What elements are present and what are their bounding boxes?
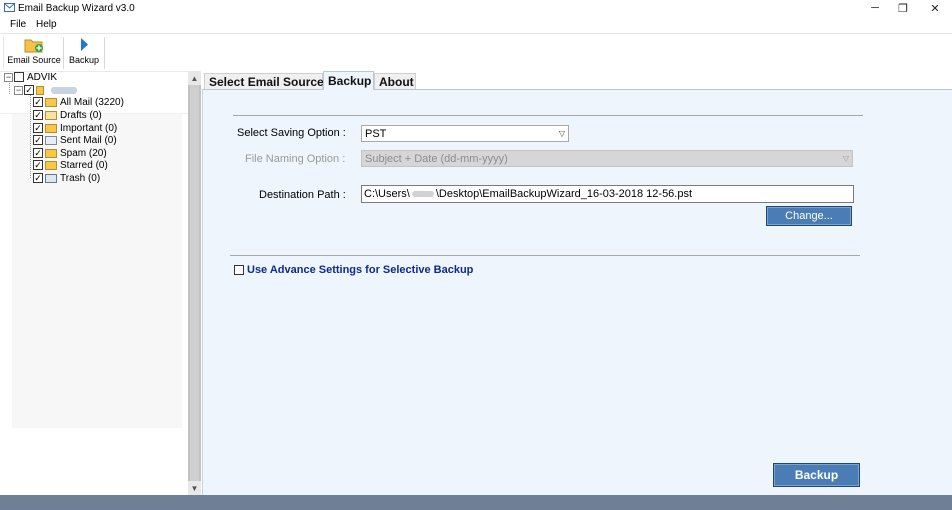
scroll-down-arrow-icon[interactable]: ▼ bbox=[188, 481, 201, 495]
scrollbar-thumb[interactable] bbox=[190, 85, 199, 481]
backup-button[interactable]: Backup bbox=[773, 463, 860, 487]
folder-checkbox[interactable]: ✓ bbox=[33, 110, 43, 120]
divider bbox=[230, 255, 860, 256]
folder-label: Starred (0) bbox=[60, 159, 108, 171]
tree-account-checkbox[interactable]: ✓ bbox=[24, 85, 34, 95]
username-redacted bbox=[411, 191, 434, 197]
tree-folder-row[interactable]: ✓ Sent Mail (0) bbox=[33, 134, 117, 146]
backup-toolbar-button[interactable]: Backup bbox=[66, 36, 102, 70]
close-button[interactable]: ✕ bbox=[920, 0, 950, 16]
divider bbox=[233, 115, 863, 116]
window-title: Email Backup Wizard v3.0 bbox=[18, 3, 135, 14]
destination-prefix: C:\Users\ bbox=[364, 188, 410, 200]
chevron-down-icon[interactable]: ▽ bbox=[840, 154, 852, 163]
tree-root-checkbox[interactable] bbox=[14, 72, 24, 82]
destination-label: Destination Path : bbox=[259, 189, 346, 201]
tree-folder-row[interactable]: ✓ Trash (0) bbox=[33, 172, 100, 184]
menu-bar: File Help bbox=[0, 18, 952, 33]
saving-option-label: Select Saving Option : bbox=[237, 127, 346, 139]
add-folder-icon bbox=[24, 39, 43, 53]
tree-folder-row[interactable]: ✓ Spam (20) bbox=[33, 147, 107, 159]
tree-folder-row[interactable]: ✓ All Mail (3220) bbox=[33, 96, 124, 108]
toolbar-separator bbox=[104, 37, 105, 69]
tree-account-row[interactable]: − ✓ bbox=[14, 84, 77, 96]
folder-icon bbox=[45, 148, 57, 158]
folder-icon bbox=[45, 160, 57, 170]
destination-suffix: \Desktop\EmailBackupWizard_16-03-2018 12… bbox=[435, 188, 693, 200]
folder-checkbox[interactable]: ✓ bbox=[33, 148, 43, 158]
status-bar bbox=[0, 495, 952, 510]
maximize-button[interactable]: ❐ bbox=[888, 0, 918, 16]
folder-checkbox[interactable]: ✓ bbox=[33, 123, 43, 133]
play-arrow-icon bbox=[81, 38, 88, 51]
menu-file[interactable]: File bbox=[10, 19, 26, 30]
tab-backup[interactable]: Backup bbox=[323, 71, 374, 90]
tree-folder-row[interactable]: ✓ Starred (0) bbox=[33, 159, 108, 171]
tree-folder-row[interactable]: ✓ Important (0) bbox=[33, 122, 117, 134]
folder-icon bbox=[45, 123, 57, 133]
drafts-icon bbox=[45, 110, 57, 120]
tab-select-email-source[interactable]: Select Email Source bbox=[204, 73, 324, 90]
folder-icon bbox=[45, 97, 57, 107]
email-source-label: Email Source bbox=[7, 55, 61, 65]
collapse-icon[interactable]: − bbox=[14, 85, 23, 95]
folder-checkbox[interactable]: ✓ bbox=[33, 173, 43, 183]
sent-icon bbox=[45, 135, 57, 145]
backup-toolbar-label: Backup bbox=[68, 55, 100, 65]
account-name-redacted bbox=[51, 86, 77, 94]
saving-option-select[interactable]: PST ▽ bbox=[361, 125, 569, 142]
scroll-up-arrow-icon[interactable]: ▲ bbox=[188, 71, 201, 85]
destination-path-input[interactable]: C:\Users\ \Desktop\EmailBackupWizard_16-… bbox=[361, 185, 854, 203]
file-naming-value: Subject + Date (dd-mm-yyyy) bbox=[365, 152, 508, 165]
advance-settings-label[interactable]: Use Advance Settings for Selective Backu… bbox=[247, 264, 473, 276]
title-bar: Email Backup Wizard v3.0 ─ ❐ ✕ bbox=[0, 0, 952, 18]
menu-help[interactable]: Help bbox=[36, 19, 57, 30]
folder-label: Sent Mail (0) bbox=[60, 134, 117, 146]
account-folder-icon bbox=[36, 85, 44, 95]
tree-guide bbox=[30, 95, 31, 178]
toolbar-separator bbox=[63, 37, 64, 69]
folder-checkbox[interactable]: ✓ bbox=[33, 97, 43, 107]
folder-label: Drafts (0) bbox=[60, 109, 102, 121]
tree-root-label: ADVIK bbox=[27, 71, 58, 83]
saving-option-value: PST bbox=[365, 127, 387, 140]
toolbar: Email Source Backup bbox=[0, 33, 952, 71]
trash-icon bbox=[45, 173, 57, 183]
email-source-button[interactable]: Email Source bbox=[7, 36, 61, 70]
file-naming-select[interactable]: Subject + Date (dd-mm-yyyy) ▽ bbox=[361, 150, 853, 167]
folder-checkbox[interactable]: ✓ bbox=[33, 135, 43, 145]
tree-folder-row[interactable]: ✓ Drafts (0) bbox=[33, 109, 102, 121]
toolbar-separator bbox=[3, 37, 4, 69]
advance-settings-checkbox[interactable] bbox=[234, 265, 244, 275]
folder-checkbox[interactable]: ✓ bbox=[33, 160, 43, 170]
change-button[interactable]: Change... bbox=[766, 206, 852, 226]
file-naming-label: File Naming Option : bbox=[245, 153, 346, 165]
app-envelope-icon bbox=[4, 3, 15, 12]
tree-root-row[interactable]: − ADVIK bbox=[4, 71, 57, 83]
collapse-icon[interactable]: − bbox=[4, 72, 13, 82]
folder-label: Spam (20) bbox=[60, 147, 107, 159]
minimize-button[interactable]: ─ bbox=[860, 0, 890, 16]
chevron-down-icon[interactable]: ▽ bbox=[556, 129, 568, 138]
folder-label: Trash (0) bbox=[60, 172, 101, 184]
tab-about[interactable]: About bbox=[374, 73, 416, 90]
folder-label: Important (0) bbox=[60, 122, 118, 134]
folder-label: All Mail (3220) bbox=[60, 96, 124, 108]
